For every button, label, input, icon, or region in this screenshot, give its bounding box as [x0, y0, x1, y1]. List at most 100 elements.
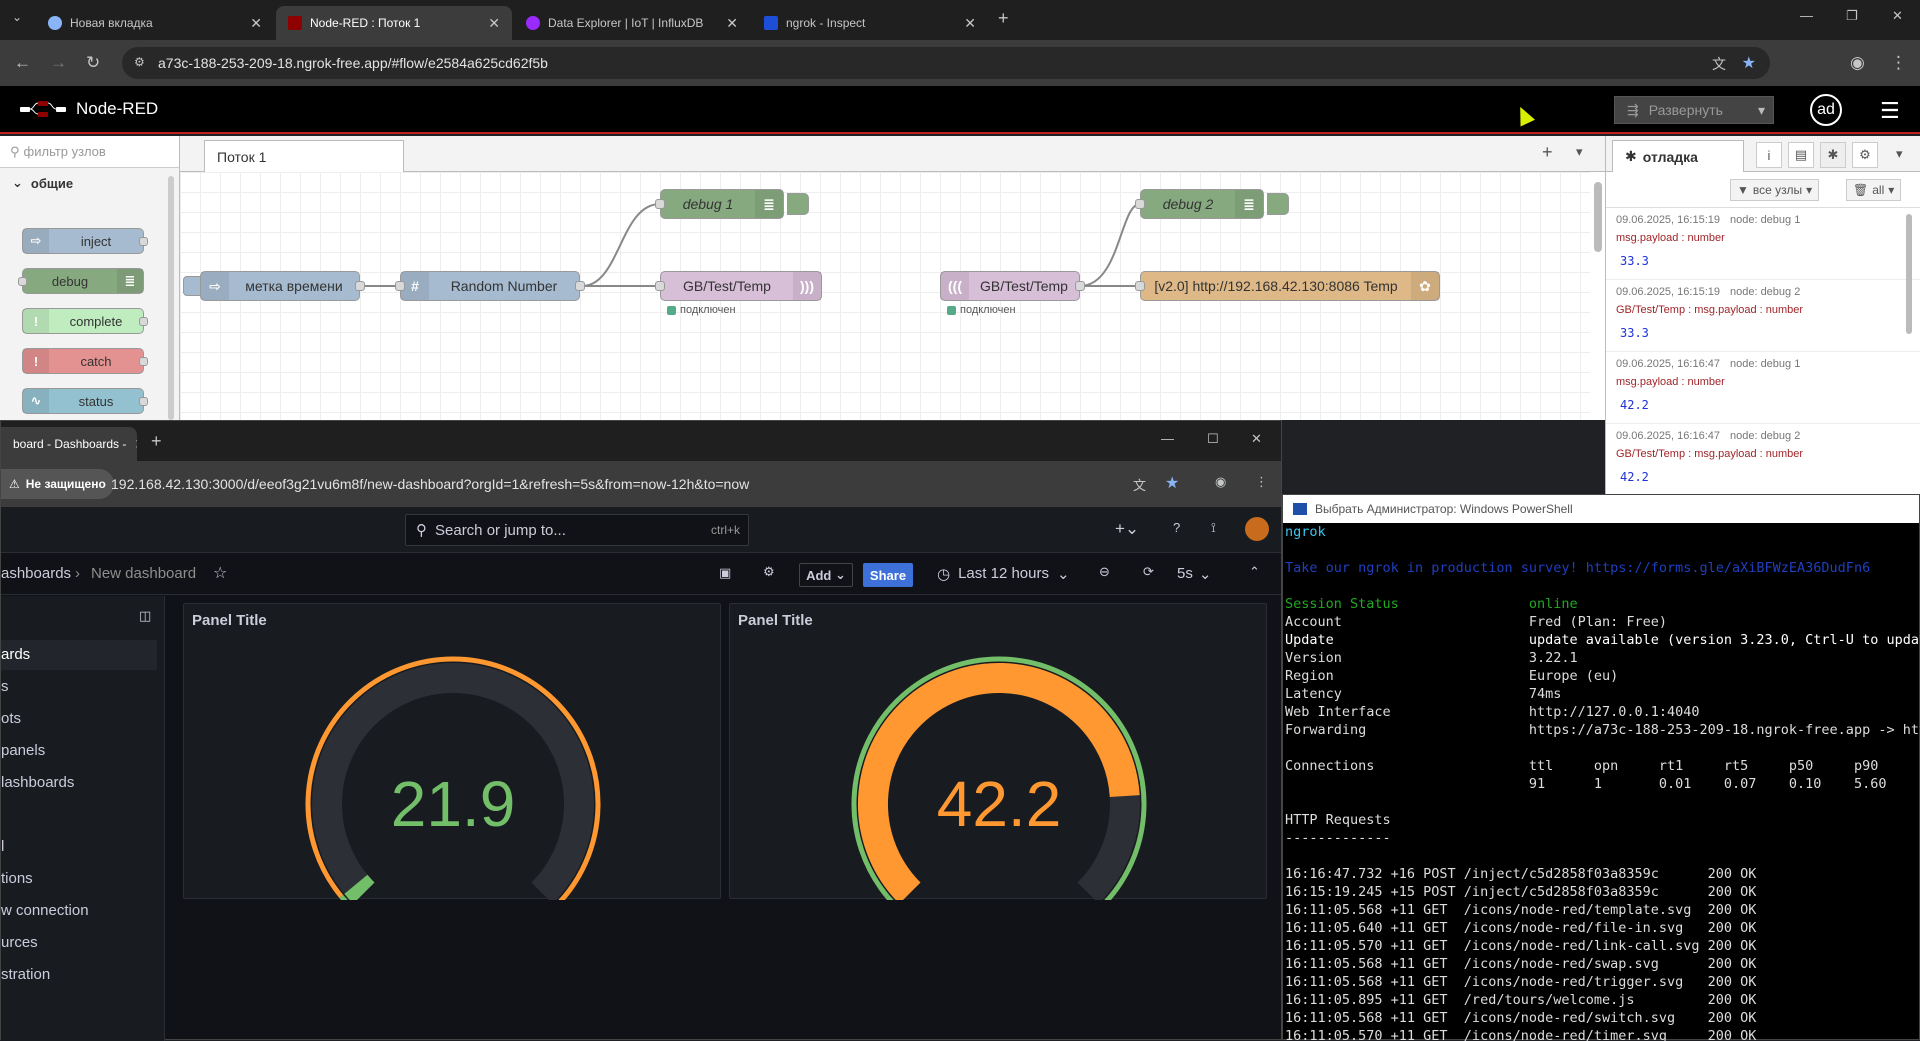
- sidebar-scrollbar[interactable]: [1906, 214, 1912, 334]
- message-node[interactable]: node: debug 1: [1730, 358, 1800, 370]
- bug-icon[interactable]: ✱: [1820, 142, 1846, 168]
- add-button[interactable]: Add ⌄: [799, 563, 853, 587]
- chevron-up-icon[interactable]: ⌃: [1249, 564, 1260, 580]
- deploy-button[interactable]: ⇶ Развернуть ▾: [1614, 96, 1774, 124]
- browser-menu-icon[interactable]: ⋮: [1255, 474, 1268, 490]
- close-tab-icon[interactable]: ✕: [250, 15, 262, 32]
- not-secure-badge[interactable]: ⚠ Не защищено: [1, 469, 114, 499]
- profile-icon[interactable]: ◉: [1215, 474, 1226, 490]
- palette-category-header[interactable]: ⌄ общие: [0, 168, 179, 198]
- nav-item[interactable]: urces: [1, 934, 38, 951]
- nav-item[interactable]: tions: [1, 870, 33, 887]
- book-icon[interactable]: ▤: [1788, 142, 1814, 168]
- browser-tab-influx[interactable]: Data Explorer | IoT | InfluxDB ✕: [514, 6, 750, 40]
- clear-filter-button[interactable]: 🗑 all ▾: [1846, 179, 1902, 201]
- palette-scrollbar[interactable]: [168, 176, 174, 420]
- reload-icon[interactable]: ↻: [86, 54, 100, 72]
- restore-button[interactable]: ❐: [1846, 8, 1858, 24]
- refresh-icon[interactable]: ⟳: [1143, 564, 1154, 580]
- filter-nodes-button[interactable]: ▼ все узлы ▾: [1730, 179, 1820, 201]
- grafana-tab[interactable]: board - Dashboards - ✕: [1, 427, 137, 461]
- palette-filter-input[interactable]: ⚲ фильтр узлов: [0, 136, 179, 168]
- nav-item[interactable]: s: [1, 678, 9, 695]
- nav-item[interactable]: w connection: [1, 902, 89, 919]
- nav-item[interactable]: panels: [1, 742, 45, 759]
- nav-item[interactable]: ots: [1, 710, 21, 727]
- share-button[interactable]: Share: [863, 563, 913, 587]
- close-tab-icon[interactable]: ✕: [726, 15, 738, 32]
- new-tab-button[interactable]: +: [998, 8, 1009, 29]
- debug-toggle-button[interactable]: [1267, 193, 1289, 215]
- canvas-scrollbar[interactable]: [1594, 182, 1602, 252]
- flow-list-dropdown-icon[interactable]: ▾: [1576, 144, 1583, 160]
- settings-gear-icon[interactable]: ⚙: [763, 564, 775, 580]
- tab-flow-1[interactable]: Поток 1: [204, 140, 404, 172]
- bookmark-star-icon[interactable]: ★: [1165, 473, 1179, 493]
- debug-toggle-button[interactable]: [787, 193, 809, 215]
- palette-node-catch[interactable]: ! catch: [22, 348, 148, 374]
- flow-node-influxdb-out[interactable]: [v2.0] http://192.168.42.130:8086 Temp ✿: [1135, 271, 1440, 301]
- gauge-panel-2[interactable]: Panel Title 42.2: [729, 603, 1267, 900]
- close-tab-icon[interactable]: ✕: [134, 436, 137, 453]
- inject-button[interactable]: [183, 276, 201, 296]
- browser-tab-new[interactable]: Новая вкладка ✕: [36, 6, 274, 40]
- debug-message[interactable]: 09.06.2025, 16:16:47 node: debug 2 GB/Tes…: [1606, 424, 1920, 496]
- nav-item[interactable]: l: [1, 838, 4, 855]
- translate-icon[interactable]: 文: [1712, 54, 1726, 74]
- nav-item[interactable]: ards: [1, 646, 30, 663]
- new-plus-icon[interactable]: +⌄: [1115, 519, 1139, 539]
- debug-message-list[interactable]: 09.06.2025, 16:15:19 node: debug 1 msg.pa…: [1606, 208, 1920, 496]
- palette-node-debug[interactable]: debug ≣: [18, 268, 144, 294]
- back-icon[interactable]: ←: [14, 54, 31, 72]
- browser-tab-nodered[interactable]: Node-RED : Поток 1 ✕: [276, 6, 512, 40]
- info-icon[interactable]: i: [1756, 142, 1782, 168]
- gauge-panel-1[interactable]: Panel Title 21.9: [183, 603, 721, 900]
- palette-node-status[interactable]: ∿ status: [22, 388, 148, 414]
- translate-icon[interactable]: 文: [1133, 475, 1146, 494]
- flow-node-debug-2[interactable]: debug 2 ≣: [1135, 189, 1289, 219]
- tab-search-button[interactable]: ⌄: [12, 10, 22, 24]
- palette-node-complete[interactable]: ! complete: [22, 308, 148, 334]
- close-window-button[interactable]: ✕: [1251, 431, 1262, 447]
- close-tab-icon[interactable]: ✕: [964, 15, 976, 32]
- bookmark-star-icon[interactable]: ★: [1742, 53, 1756, 73]
- palette-node-inject[interactable]: ⇨ inject: [22, 228, 148, 254]
- close-tab-icon[interactable]: ✕: [488, 15, 500, 32]
- add-flow-icon[interactable]: +: [1542, 142, 1553, 163]
- forward-icon[interactable]: →: [50, 54, 67, 72]
- flow-canvas[interactable]: ⇨ метка времени # Random Number debug 1 …: [180, 172, 1602, 420]
- tab-debug[interactable]: ✱ отладка: [1612, 140, 1744, 172]
- user-avatar[interactable]: ad: [1810, 94, 1842, 126]
- deploy-dropdown-icon[interactable]: ▾: [1758, 102, 1765, 119]
- flow-node-inject[interactable]: ⇨ метка времени: [183, 271, 365, 301]
- minimize-button[interactable]: —: [1161, 431, 1174, 446]
- debug-message[interactable]: 09.06.2025, 16:16:47 node: debug 1 msg.pa…: [1606, 352, 1920, 424]
- save-icon[interactable]: ▣: [719, 565, 731, 581]
- nav-item[interactable]: lashboards: [1, 774, 74, 791]
- browser-menu-icon[interactable]: ⋮: [1890, 54, 1907, 72]
- zoom-out-icon[interactable]: ⊖: [1099, 564, 1110, 580]
- refresh-interval-picker[interactable]: 5s ⌄: [1177, 565, 1211, 583]
- star-icon[interactable]: ☆: [213, 563, 227, 583]
- terminal-output[interactable]: ngrok Take our ngrok in production survey…: [1283, 523, 1920, 1041]
- hamburger-menu-icon[interactable]: ☰: [1880, 98, 1900, 124]
- profile-icon[interactable]: ◉: [1850, 54, 1865, 72]
- maximize-button[interactable]: ☐: [1207, 431, 1219, 447]
- browser-tab-ngrok[interactable]: ngrok - Inspect ✕: [752, 6, 988, 40]
- user-avatar[interactable]: [1245, 517, 1269, 541]
- minimize-button[interactable]: —: [1800, 8, 1813, 23]
- dock-menu-icon[interactable]: ◫: [139, 608, 151, 624]
- new-tab-button[interactable]: +: [151, 431, 162, 452]
- debug-message[interactable]: 09.06.2025, 16:15:19 node: debug 2 GB/Tes…: [1606, 280, 1920, 352]
- message-node[interactable]: node: debug 1: [1730, 214, 1800, 226]
- message-node[interactable]: node: debug 2: [1730, 286, 1800, 298]
- message-node[interactable]: node: debug 2: [1730, 430, 1800, 442]
- address-bar[interactable]: ⚙ a73c-188-253-209-18.ngrok-free.app/#fl…: [122, 47, 1770, 79]
- flow-node-debug-1[interactable]: debug 1 ≣: [655, 189, 809, 219]
- powershell-titlebar[interactable]: Выбрать Администратор: Windows PowerShel…: [1283, 495, 1919, 523]
- help-icon[interactable]: ?: [1173, 520, 1180, 535]
- debug-message[interactable]: 09.06.2025, 16:15:19 node: debug 1 msg.pa…: [1606, 208, 1920, 280]
- breadcrumb-dashboards[interactable]: ashboards: [1, 565, 71, 582]
- flow-node-random-number[interactable]: # Random Number: [395, 271, 585, 301]
- nav-item[interactable]: stration: [1, 966, 50, 983]
